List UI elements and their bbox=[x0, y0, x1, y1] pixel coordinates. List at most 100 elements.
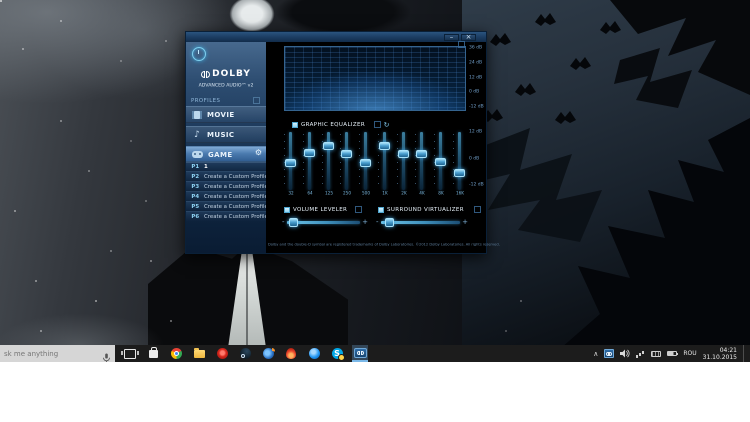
minimize-button[interactable]: – bbox=[444, 34, 459, 41]
eq-slider-track[interactable] bbox=[303, 132, 315, 190]
steam-taskbar-button[interactable] bbox=[237, 345, 253, 362]
equalizer-help-icon[interactable] bbox=[373, 121, 381, 128]
eq-band-500: 500 bbox=[359, 132, 372, 196]
battery-icon[interactable] bbox=[667, 351, 679, 356]
custom-profile-name: Create a Custom Profile bbox=[203, 193, 268, 200]
spectrum-db-scale: 36 dB 24 dB 12 dB 0 dB -12 dB bbox=[469, 44, 489, 110]
sidebar: DOLBY ADVANCED AUDIO™ v2 PROFILES MOVIEM… bbox=[186, 42, 268, 253]
task-view-taskbar-button[interactable] bbox=[121, 345, 139, 362]
close-button[interactable]: × bbox=[461, 34, 476, 41]
screenshot-white-margin bbox=[0, 362, 750, 422]
sidebar-item-label: MOVIE bbox=[207, 110, 235, 119]
eq-db-label: 0 dB bbox=[469, 155, 480, 161]
surround-virtualizer-slider: - + bbox=[376, 217, 468, 227]
custom-profile-p4[interactable]: P4 Create a Custom Profile bbox=[186, 191, 268, 201]
dolby-taskbar-button[interactable] bbox=[352, 345, 368, 362]
sidebar-item-music[interactable]: MUSIC bbox=[186, 126, 266, 143]
equalizer-checkbox[interactable] bbox=[292, 121, 298, 128]
equalizer-title: GRAPHIC EQUALIZER bbox=[301, 121, 366, 128]
equalizer-header: GRAPHIC EQUALIZER bbox=[292, 121, 390, 128]
spectrum-help-icon[interactable] bbox=[458, 41, 465, 48]
dolby-icon bbox=[353, 347, 367, 358]
eq-slider-handle[interactable] bbox=[378, 141, 390, 150]
custom-profile-name: Create a Custom Profile bbox=[203, 173, 268, 180]
taskbar-app-icons bbox=[115, 345, 375, 362]
music-note-icon bbox=[192, 130, 202, 140]
surround-virtualizer-header: SURROUND VIRTUALIZER bbox=[378, 206, 481, 213]
search-input[interactable] bbox=[0, 345, 115, 362]
minus-label: - bbox=[282, 218, 285, 226]
eq-band-4K: 4K bbox=[415, 132, 428, 196]
equalizer-reset-icon[interactable] bbox=[384, 122, 390, 128]
flame-app-taskbar-button[interactable] bbox=[283, 345, 299, 362]
profiles-header: PROFILES bbox=[191, 97, 221, 104]
eq-slider-handle[interactable] bbox=[397, 150, 409, 159]
eq-slider-handle[interactable] bbox=[341, 150, 353, 159]
eq-frequency-label: 64 bbox=[307, 191, 313, 196]
volume-icon[interactable] bbox=[620, 349, 630, 358]
sidebar-item-movie[interactable]: MOVIE bbox=[186, 106, 266, 123]
volume-leveler-slider: - + bbox=[282, 217, 368, 227]
clock[interactable]: 04:21 31.10.2015 bbox=[703, 347, 737, 361]
skype-taskbar-button[interactable] bbox=[329, 345, 345, 362]
file-explorer-taskbar-button[interactable] bbox=[191, 345, 207, 362]
firefox-taskbar-button[interactable] bbox=[260, 345, 276, 362]
eq-slider-handle[interactable] bbox=[453, 168, 465, 177]
eq-slider-track[interactable] bbox=[435, 132, 447, 190]
gear-icon[interactable] bbox=[255, 148, 262, 157]
volume-leveler-checkbox[interactable] bbox=[284, 206, 290, 213]
network-icon[interactable] bbox=[636, 350, 645, 358]
custom-profile-p3[interactable]: P3 Create a Custom Profile bbox=[186, 181, 268, 191]
red-app-taskbar-button[interactable] bbox=[214, 345, 230, 362]
eq-slider-handle[interactable] bbox=[360, 158, 372, 167]
window-titlebar[interactable] bbox=[186, 32, 486, 42]
eq-slider-track[interactable] bbox=[378, 132, 390, 190]
eq-slider-track[interactable] bbox=[341, 132, 353, 190]
eq-slider-handle[interactable] bbox=[416, 150, 428, 159]
spectrum-db-label: 36 dB bbox=[469, 44, 483, 51]
show-desktop-button[interactable] bbox=[743, 345, 748, 362]
double-d-icon bbox=[201, 70, 211, 78]
eq-slider-handle[interactable] bbox=[303, 149, 315, 158]
eq-slider-handle[interactable] bbox=[435, 157, 447, 166]
eq-slider-track[interactable] bbox=[285, 132, 296, 190]
eq-slider-track[interactable] bbox=[453, 132, 465, 190]
main-panel: 36 dB 24 dB 12 dB 0 dB -12 dB GRAPHIC EQUALI… bbox=[266, 41, 500, 253]
dolby-tray-icon[interactable] bbox=[604, 349, 615, 358]
sidebar-item-label: MUSIC bbox=[207, 130, 235, 139]
custom-profile-name: Create a Custom Profile bbox=[203, 183, 268, 190]
custom-profile-p2[interactable]: P2 Create a Custom Profile bbox=[186, 171, 268, 181]
blue-app-taskbar-button[interactable] bbox=[306, 345, 322, 362]
language-indicator[interactable]: ROU bbox=[683, 350, 696, 357]
eq-band-125: 125 bbox=[321, 132, 335, 196]
chrome-taskbar-button[interactable] bbox=[168, 345, 184, 362]
custom-profile-p6[interactable]: P6 Create a Custom Profile bbox=[186, 211, 267, 221]
eq-slider-track[interactable] bbox=[416, 132, 428, 190]
volume-leveler-handle[interactable] bbox=[289, 217, 299, 227]
eq-band-64: 64 bbox=[302, 132, 316, 196]
store-taskbar-button[interactable] bbox=[145, 345, 161, 362]
surround-virtualizer-checkbox[interactable] bbox=[378, 206, 384, 213]
surround-virtualizer-help-icon[interactable] bbox=[473, 206, 481, 213]
custom-profile-key: P1 bbox=[191, 163, 200, 170]
eq-band-250: 250 bbox=[340, 132, 353, 196]
volume-leveler-track[interactable] bbox=[286, 217, 361, 227]
power-button[interactable] bbox=[192, 47, 206, 61]
surround-virtualizer-track[interactable] bbox=[380, 217, 461, 227]
volume-leveler-help-icon[interactable] bbox=[354, 206, 362, 213]
profiles-help-icon[interactable] bbox=[253, 97, 260, 104]
eq-slider-handle[interactable] bbox=[285, 158, 296, 167]
eq-band-2K: 2K bbox=[396, 132, 410, 196]
eq-slider-track[interactable] bbox=[397, 132, 409, 190]
surround-virtualizer-handle[interactable] bbox=[384, 217, 394, 227]
custom-profile-p5[interactable]: P5 Create a Custom Profile bbox=[186, 201, 267, 211]
keyboard-icon[interactable] bbox=[651, 350, 662, 357]
eq-slider-track[interactable] bbox=[322, 132, 334, 190]
custom-profile-key: P4 bbox=[191, 193, 200, 200]
tray-overflow-chevron-icon[interactable] bbox=[593, 350, 598, 358]
custom-profile-p1[interactable]: P1 1 bbox=[186, 161, 266, 171]
microphone-icon[interactable] bbox=[102, 349, 112, 363]
eq-slider-handle[interactable] bbox=[322, 141, 334, 150]
eq-slider-track[interactable] bbox=[360, 132, 372, 190]
plus-label: + bbox=[362, 218, 368, 226]
